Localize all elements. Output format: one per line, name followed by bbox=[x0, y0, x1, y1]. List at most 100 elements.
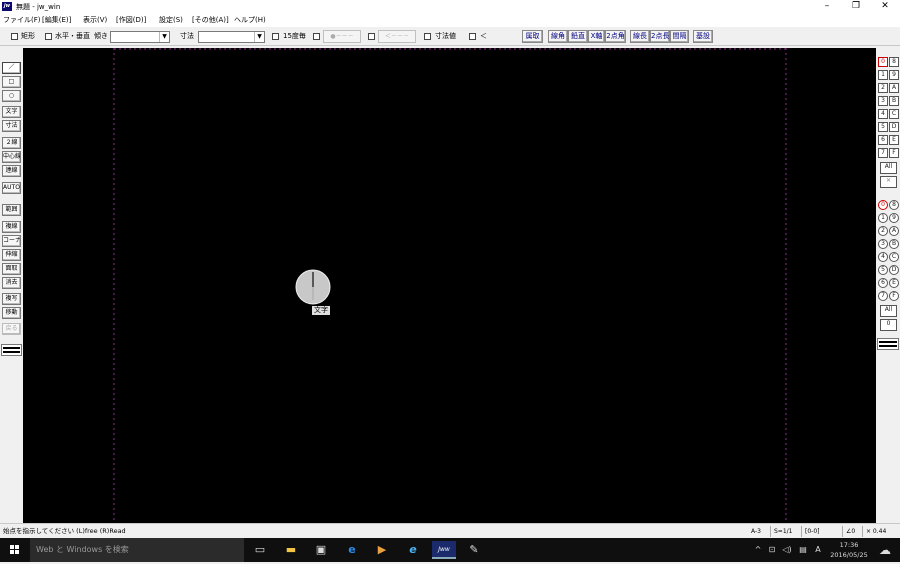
layer-group-2[interactable]: 2 bbox=[878, 83, 888, 93]
right-line-indicator[interactable] bbox=[877, 338, 899, 350]
tool-continuous-line[interactable]: 連線 bbox=[2, 165, 21, 177]
layer-group-e[interactable]: E bbox=[889, 135, 899, 145]
drawing-canvas[interactable]: 文字 bbox=[23, 48, 876, 523]
line-angle-button[interactable]: 線角 bbox=[548, 30, 568, 43]
layer-2[interactable]: 2 bbox=[878, 226, 888, 236]
dim-combo[interactable]: ▼ bbox=[198, 31, 265, 43]
tool-undo[interactable]: 戻る bbox=[2, 323, 21, 335]
maximize-button[interactable]: ❐ bbox=[841, 0, 871, 14]
line-length-button[interactable]: 線長 bbox=[630, 30, 650, 43]
minimize-button[interactable]: – bbox=[812, 0, 842, 14]
tool-offset[interactable]: 複線 bbox=[2, 221, 21, 233]
layer-0[interactable]: 0 bbox=[878, 200, 888, 210]
layer-group-1[interactable]: 1 bbox=[878, 70, 888, 80]
line-end-button[interactable]: ＜－－－ bbox=[378, 30, 416, 43]
hv-checkbox[interactable] bbox=[45, 33, 52, 40]
angle-indicator[interactable]: ∠0 bbox=[842, 526, 855, 537]
tool-range[interactable]: 範囲 bbox=[2, 204, 21, 216]
edge-browser-icon[interactable]: e bbox=[343, 541, 361, 559]
dimval-checkbox[interactable] bbox=[424, 33, 431, 40]
layer-group-5[interactable]: 5 bbox=[878, 122, 888, 132]
tool-circle[interactable]: ○ bbox=[2, 90, 21, 102]
layer-group-f[interactable]: F bbox=[889, 148, 899, 158]
layer-group-7[interactable]: 7 bbox=[878, 148, 888, 158]
menu-edit[interactable]: [編集(E)] bbox=[42, 15, 71, 25]
chevron-up-icon[interactable]: ^ bbox=[752, 538, 764, 562]
notification-message-icon[interactable]: ▤ bbox=[797, 538, 809, 562]
layer-c[interactable]: C bbox=[889, 252, 899, 262]
tool-chamfer[interactable]: 面取 bbox=[2, 263, 21, 275]
tool-dimension[interactable]: 寸法 bbox=[2, 120, 21, 132]
layer-indicator[interactable]: [0-0] bbox=[801, 526, 819, 537]
jw-cad-taskbar-icon[interactable]: Jww bbox=[432, 541, 456, 559]
close-button[interactable]: ✕ bbox=[870, 0, 900, 14]
layer-group-close-icon[interactable]: ✕ bbox=[880, 176, 897, 188]
search-box[interactable]: Web と Windows を検索 bbox=[30, 538, 244, 562]
chevron-down-icon[interactable]: ▼ bbox=[254, 32, 264, 42]
line-type-indicator[interactable] bbox=[1, 344, 22, 356]
paint-icon[interactable]: ✎ bbox=[465, 541, 483, 559]
layer-b[interactable]: B bbox=[889, 239, 899, 249]
menu-draw[interactable]: [作図(D)] bbox=[116, 15, 146, 25]
paper-size[interactable]: A-3 bbox=[748, 526, 761, 537]
layer-f[interactable]: F bbox=[889, 291, 899, 301]
menu-file[interactable]: ファイル(F) bbox=[3, 15, 41, 25]
scale-indicator[interactable]: S=1/1 bbox=[770, 526, 793, 537]
store-icon[interactable]: ▣ bbox=[312, 541, 330, 559]
tilt-combo[interactable]: ▼ bbox=[110, 31, 170, 43]
tool-rectangle[interactable]: □ bbox=[2, 76, 21, 88]
layer-zero-button[interactable]: 0 bbox=[880, 319, 897, 331]
layer-group-b[interactable]: B bbox=[889, 96, 899, 106]
layer-group-a[interactable]: A bbox=[889, 83, 899, 93]
file-explorer-icon[interactable]: ▬ bbox=[282, 541, 300, 559]
btn-b-checkbox[interactable] bbox=[368, 33, 375, 40]
menu-settings[interactable]: 設定(S) bbox=[159, 15, 183, 25]
layer-e[interactable]: E bbox=[889, 278, 899, 288]
chevron-down-icon[interactable]: ▼ bbox=[159, 32, 169, 42]
deg15-checkbox[interactable] bbox=[272, 33, 279, 40]
tool-center-line[interactable]: 中心線 bbox=[2, 151, 21, 163]
layer-1[interactable]: 1 bbox=[878, 213, 888, 223]
internet-explorer-icon[interactable]: e bbox=[404, 541, 422, 559]
layer-8[interactable]: 8 bbox=[889, 200, 899, 210]
media-player-icon[interactable]: ▶ bbox=[373, 541, 391, 559]
two-point-angle-button[interactable]: 2点角 bbox=[605, 30, 626, 43]
network-icon[interactable]: ⊡ bbox=[766, 538, 778, 562]
layer-all-button[interactable]: All bbox=[880, 305, 897, 317]
layer-group-all-button[interactable]: All bbox=[880, 162, 897, 174]
layer-group-c[interactable]: C bbox=[889, 109, 899, 119]
vertical-button[interactable]: 鉛直 bbox=[568, 30, 588, 43]
two-point-length-button[interactable]: 2点長 bbox=[650, 30, 670, 43]
menu-other[interactable]: [その他(A)] bbox=[192, 15, 229, 25]
tool-corner[interactable]: コーナー bbox=[2, 235, 21, 247]
tool-move[interactable]: 移動 bbox=[2, 307, 21, 319]
attr-get-button[interactable]: 属取 bbox=[522, 30, 543, 43]
tool-erase[interactable]: 消去 bbox=[2, 277, 21, 289]
layer-5[interactable]: 5 bbox=[878, 265, 888, 275]
layer-3[interactable]: 3 bbox=[878, 239, 888, 249]
layer-group-9[interactable]: 9 bbox=[889, 70, 899, 80]
layer-group-0[interactable]: 0 bbox=[878, 57, 888, 67]
menu-help[interactable]: ヘルプ(H) bbox=[234, 15, 266, 25]
volume-icon[interactable]: ◁) bbox=[780, 538, 794, 562]
layer-group-3[interactable]: 3 bbox=[878, 96, 888, 106]
layer-d[interactable]: D bbox=[889, 265, 899, 275]
layer-7[interactable]: 7 bbox=[878, 291, 888, 301]
tool-auto[interactable]: AUTO bbox=[2, 182, 21, 194]
layer-4[interactable]: 4 bbox=[878, 252, 888, 262]
layer-group-8[interactable]: 8 bbox=[889, 57, 899, 67]
tool-double-line[interactable]: ２線 bbox=[2, 137, 21, 149]
tool-copy[interactable]: 複写 bbox=[2, 293, 21, 305]
layer-group-d[interactable]: D bbox=[889, 122, 899, 132]
layer-group-4[interactable]: 4 bbox=[878, 109, 888, 119]
layer-a[interactable]: A bbox=[889, 226, 899, 236]
ime-indicator[interactable]: A bbox=[812, 538, 824, 562]
clock[interactable]: 17:36 2016/05/25 bbox=[828, 538, 870, 562]
tool-line[interactable]: ／ bbox=[2, 62, 21, 74]
layer-group-6[interactable]: 6 bbox=[878, 135, 888, 145]
start-button[interactable] bbox=[0, 538, 30, 562]
interval-button[interactable]: 間隔 bbox=[670, 30, 689, 43]
line-start-button[interactable]: ●－－－ bbox=[323, 30, 361, 43]
zoom-indicator[interactable]: × 0.44 bbox=[862, 526, 886, 537]
menu-view[interactable]: 表示(V) bbox=[83, 15, 107, 25]
